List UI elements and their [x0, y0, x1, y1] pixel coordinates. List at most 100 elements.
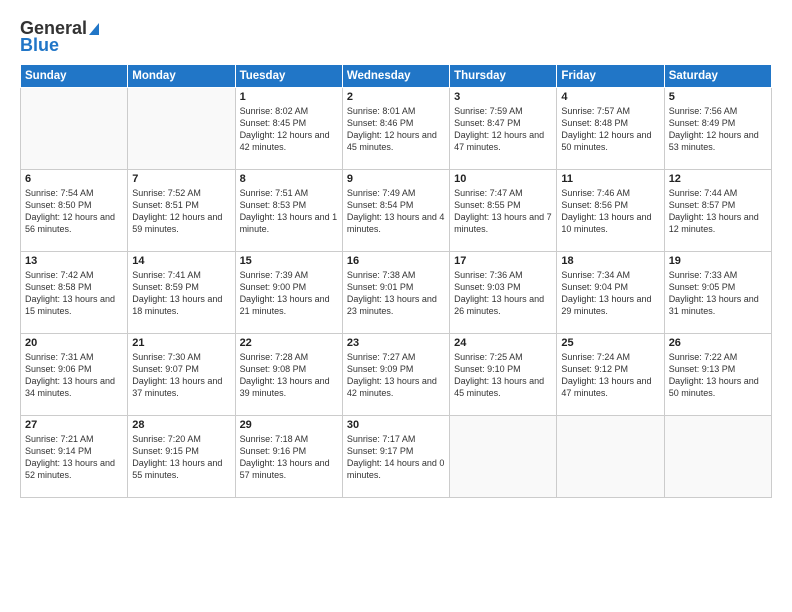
- day-number: 19: [669, 255, 767, 267]
- calendar-day-cell: 19 Sunrise: 7:33 AM Sunset: 9:05 PM Dayli…: [664, 252, 771, 334]
- day-number: 16: [347, 255, 445, 267]
- day-info: Sunrise: 7:52 AM Sunset: 8:51 PM Dayligh…: [132, 187, 230, 236]
- calendar-body: 1 Sunrise: 8:02 AM Sunset: 8:45 PM Daylig…: [21, 88, 772, 498]
- calendar-day-cell: [664, 416, 771, 498]
- day-number: 23: [347, 337, 445, 349]
- calendar-table: SundayMondayTuesdayWednesdayThursdayFrid…: [20, 64, 772, 498]
- calendar-day-cell: 30Sunrise: 7:17 AM Sunset: 9:17 PM Dayli…: [342, 416, 449, 498]
- calendar-header-friday: Friday: [557, 65, 664, 88]
- calendar-day-cell: 11 Sunrise: 7:46 AM Sunset: 8:56 PM Dayli…: [557, 170, 664, 252]
- calendar-day-cell: [21, 88, 128, 170]
- day-info: Sunrise: 7:47 AM Sunset: 8:55 PM Dayligh…: [454, 187, 552, 236]
- day-number: 14: [132, 255, 230, 267]
- logo-triangle-icon: [89, 23, 99, 35]
- day-number: 22: [240, 337, 338, 349]
- day-number: 20: [25, 337, 123, 349]
- calendar-day-cell: 21 Sunrise: 7:30 AM Sunset: 9:07 PM Dayli…: [128, 334, 235, 416]
- day-info: Sunrise: 7:18 AM Sunset: 9:16 PM Dayligh…: [240, 433, 338, 482]
- calendar-day-cell: 26Sunrise: 7:22 AM Sunset: 9:13 PM Dayli…: [664, 334, 771, 416]
- calendar-header-wednesday: Wednesday: [342, 65, 449, 88]
- day-info: Sunrise: 7:17 AM Sunset: 9:17 PM Dayligh…: [347, 433, 445, 482]
- logo-blue-text: Blue: [20, 35, 59, 56]
- calendar-day-cell: 1 Sunrise: 8:02 AM Sunset: 8:45 PM Daylig…: [235, 88, 342, 170]
- calendar-day-cell: 13 Sunrise: 7:42 AM Sunset: 8:58 PM Dayli…: [21, 252, 128, 334]
- logo: General Blue: [20, 18, 99, 56]
- day-number: 28: [132, 419, 230, 431]
- calendar-header-monday: Monday: [128, 65, 235, 88]
- day-number: 1: [240, 91, 338, 103]
- day-info: Sunrise: 7:27 AM Sunset: 9:09 PM Dayligh…: [347, 351, 445, 400]
- calendar-week-row: 20 Sunrise: 7:31 AM Sunset: 9:06 PM Dayli…: [21, 334, 772, 416]
- calendar-day-cell: 3Sunrise: 7:59 AM Sunset: 8:47 PM Daylig…: [450, 88, 557, 170]
- day-number: 11: [561, 173, 659, 185]
- calendar-day-cell: 24 Sunrise: 7:25 AM Sunset: 9:10 PM Dayli…: [450, 334, 557, 416]
- calendar-day-cell: 25 Sunrise: 7:24 AM Sunset: 9:12 PM Dayli…: [557, 334, 664, 416]
- calendar-header-saturday: Saturday: [664, 65, 771, 88]
- day-info: Sunrise: 7:20 AM Sunset: 9:15 PM Dayligh…: [132, 433, 230, 482]
- calendar-header-tuesday: Tuesday: [235, 65, 342, 88]
- day-info: Sunrise: 7:39 AM Sunset: 9:00 PM Dayligh…: [240, 269, 338, 318]
- day-info: Sunrise: 7:28 AM Sunset: 9:08 PM Dayligh…: [240, 351, 338, 400]
- day-number: 2: [347, 91, 445, 103]
- calendar-day-cell: 20 Sunrise: 7:31 AM Sunset: 9:06 PM Dayli…: [21, 334, 128, 416]
- day-number: 6: [25, 173, 123, 185]
- day-info: Sunrise: 7:33 AM Sunset: 9:05 PM Dayligh…: [669, 269, 767, 318]
- calendar-day-cell: 18 Sunrise: 7:34 AM Sunset: 9:04 PM Dayli…: [557, 252, 664, 334]
- day-number: 25: [561, 337, 659, 349]
- calendar-day-cell: [128, 88, 235, 170]
- day-number: 15: [240, 255, 338, 267]
- day-number: 5: [669, 91, 767, 103]
- day-number: 9: [347, 173, 445, 185]
- day-number: 7: [132, 173, 230, 185]
- day-info: Sunrise: 7:30 AM Sunset: 9:07 PM Dayligh…: [132, 351, 230, 400]
- day-info: Sunrise: 7:25 AM Sunset: 9:10 PM Dayligh…: [454, 351, 552, 400]
- calendar-day-cell: 6 Sunrise: 7:54 AM Sunset: 8:50 PM Daylig…: [21, 170, 128, 252]
- day-info: Sunrise: 7:59 AM Sunset: 8:47 PM Dayligh…: [454, 105, 552, 154]
- calendar-header-row: SundayMondayTuesdayWednesdayThursdayFrid…: [21, 65, 772, 88]
- day-info: Sunrise: 7:49 AM Sunset: 8:54 PM Dayligh…: [347, 187, 445, 236]
- day-number: 26: [669, 337, 767, 349]
- calendar-header-thursday: Thursday: [450, 65, 557, 88]
- calendar-day-cell: 8 Sunrise: 7:51 AM Sunset: 8:53 PM Daylig…: [235, 170, 342, 252]
- calendar-week-row: 1 Sunrise: 8:02 AM Sunset: 8:45 PM Daylig…: [21, 88, 772, 170]
- calendar-day-cell: 2 Sunrise: 8:01 AM Sunset: 8:46 PM Daylig…: [342, 88, 449, 170]
- calendar-day-cell: 7 Sunrise: 7:52 AM Sunset: 8:51 PM Daylig…: [128, 170, 235, 252]
- day-number: 4: [561, 91, 659, 103]
- day-info: Sunrise: 7:36 AM Sunset: 9:03 PM Dayligh…: [454, 269, 552, 318]
- calendar-day-cell: 23 Sunrise: 7:27 AM Sunset: 9:09 PM Dayli…: [342, 334, 449, 416]
- day-number: 10: [454, 173, 552, 185]
- calendar-day-cell: 9 Sunrise: 7:49 AM Sunset: 8:54 PM Daylig…: [342, 170, 449, 252]
- calendar-day-cell: 12 Sunrise: 7:44 AM Sunset: 8:57 PM Dayli…: [664, 170, 771, 252]
- day-number: 21: [132, 337, 230, 349]
- calendar-header-sunday: Sunday: [21, 65, 128, 88]
- day-info: Sunrise: 7:42 AM Sunset: 8:58 PM Dayligh…: [25, 269, 123, 318]
- day-info: Sunrise: 7:46 AM Sunset: 8:56 PM Dayligh…: [561, 187, 659, 236]
- day-info: Sunrise: 7:56 AM Sunset: 8:49 PM Dayligh…: [669, 105, 767, 154]
- day-number: 24: [454, 337, 552, 349]
- calendar-day-cell: 16 Sunrise: 7:38 AM Sunset: 9:01 PM Dayli…: [342, 252, 449, 334]
- day-number: 18: [561, 255, 659, 267]
- calendar-day-cell: 4 Sunrise: 7:57 AM Sunset: 8:48 PM Daylig…: [557, 88, 664, 170]
- day-info: Sunrise: 7:38 AM Sunset: 9:01 PM Dayligh…: [347, 269, 445, 318]
- day-number: 27: [25, 419, 123, 431]
- calendar-day-cell: 17Sunrise: 7:36 AM Sunset: 9:03 PM Dayli…: [450, 252, 557, 334]
- day-number: 8: [240, 173, 338, 185]
- day-info: Sunrise: 8:01 AM Sunset: 8:46 PM Dayligh…: [347, 105, 445, 154]
- calendar-week-row: 27Sunrise: 7:21 AM Sunset: 9:14 PM Dayli…: [21, 416, 772, 498]
- calendar-day-cell: [450, 416, 557, 498]
- calendar-day-cell: [557, 416, 664, 498]
- calendar-day-cell: 15 Sunrise: 7:39 AM Sunset: 9:00 PM Dayli…: [235, 252, 342, 334]
- day-info: Sunrise: 7:34 AM Sunset: 9:04 PM Dayligh…: [561, 269, 659, 318]
- day-number: 13: [25, 255, 123, 267]
- calendar-day-cell: 5 Sunrise: 7:56 AM Sunset: 8:49 PM Daylig…: [664, 88, 771, 170]
- day-info: Sunrise: 8:02 AM Sunset: 8:45 PM Dayligh…: [240, 105, 338, 154]
- day-info: Sunrise: 7:31 AM Sunset: 9:06 PM Dayligh…: [25, 351, 123, 400]
- day-info: Sunrise: 7:57 AM Sunset: 8:48 PM Dayligh…: [561, 105, 659, 154]
- day-info: Sunrise: 7:41 AM Sunset: 8:59 PM Dayligh…: [132, 269, 230, 318]
- day-info: Sunrise: 7:24 AM Sunset: 9:12 PM Dayligh…: [561, 351, 659, 400]
- day-info: Sunrise: 7:44 AM Sunset: 8:57 PM Dayligh…: [669, 187, 767, 236]
- day-number: 12: [669, 173, 767, 185]
- day-info: Sunrise: 7:54 AM Sunset: 8:50 PM Dayligh…: [25, 187, 123, 236]
- day-info: Sunrise: 7:51 AM Sunset: 8:53 PM Dayligh…: [240, 187, 338, 236]
- calendar-day-cell: 22 Sunrise: 7:28 AM Sunset: 9:08 PM Dayli…: [235, 334, 342, 416]
